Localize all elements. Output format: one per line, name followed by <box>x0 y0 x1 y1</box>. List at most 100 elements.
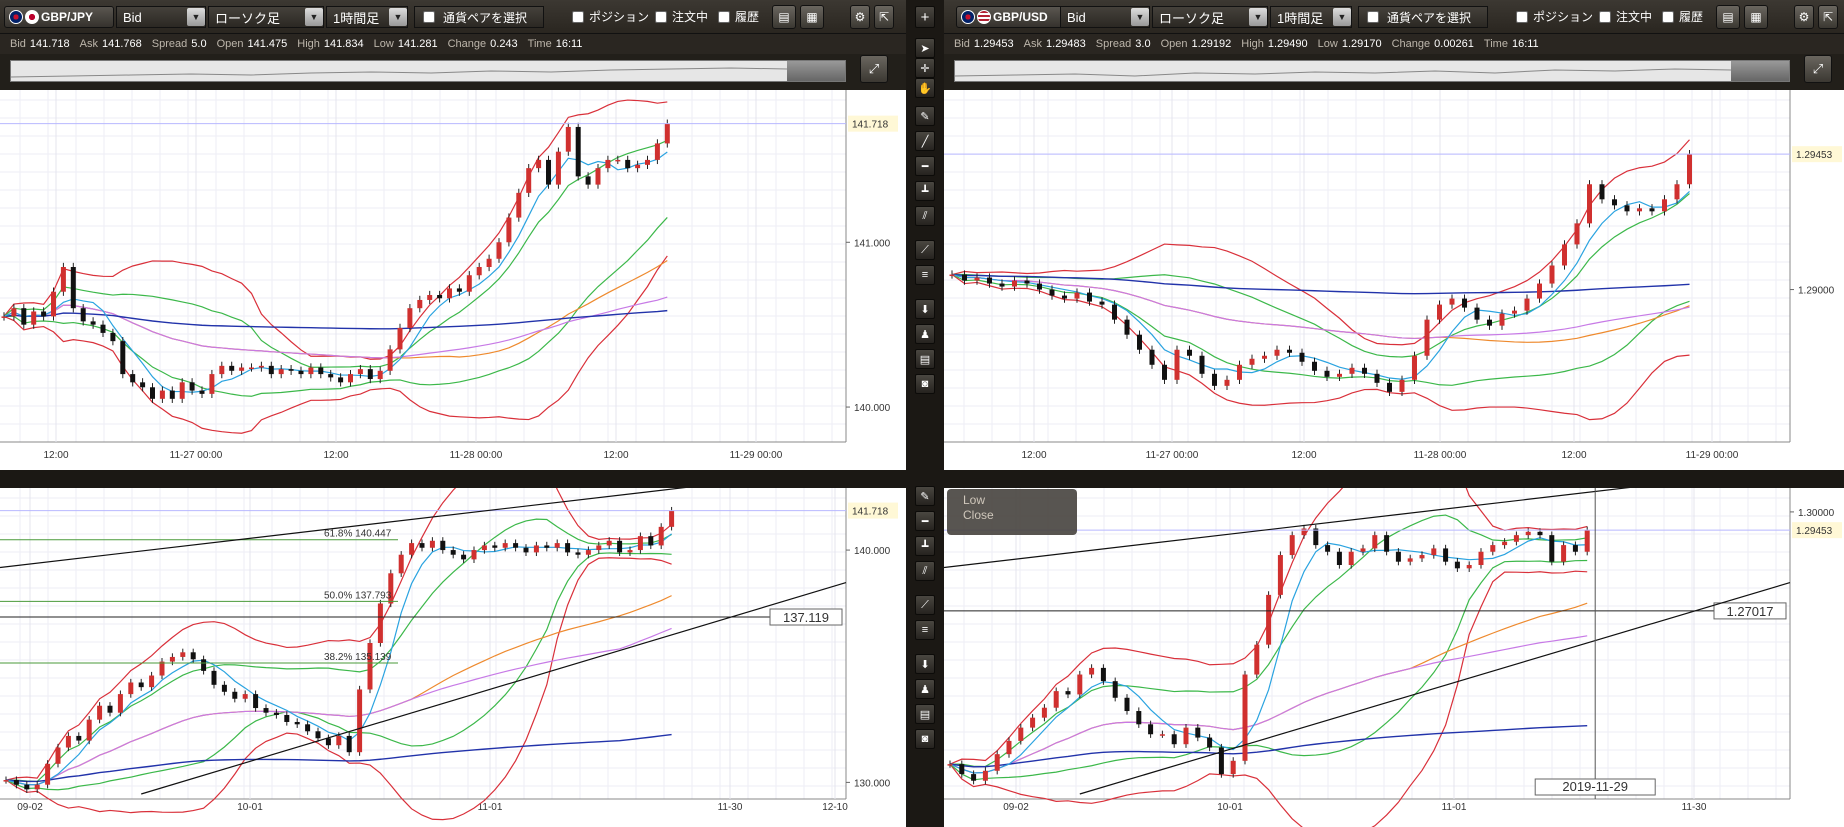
candle-body <box>1112 681 1118 698</box>
y-axis-area <box>846 488 906 827</box>
candle-body <box>596 545 602 551</box>
download-icon[interactable]: ⬇ <box>915 654 935 674</box>
candle-body <box>1431 548 1437 556</box>
download-icon[interactable]: ⬇ <box>915 299 935 319</box>
chart-plot-1[interactable]: 141.000 140.000 12:00 11-27 00:00 12:00 11-28… <box>0 90 906 470</box>
layout-button[interactable]: ▦ <box>800 5 824 29</box>
fibo-fan-icon[interactable]: ⟋ <box>915 595 935 615</box>
fibo-retracement-icon[interactable]: ≡ <box>915 620 935 640</box>
chart-window-button[interactable]: ▤ <box>772 5 796 29</box>
time-value: 16:11 <box>555 38 583 50</box>
chart-type-select[interactable]: ローソク足 ▼ <box>1152 6 1268 28</box>
candle-body <box>1159 734 1165 736</box>
candle-body <box>554 543 560 548</box>
chevron-down-icon: ▼ <box>1249 8 1267 26</box>
pair-select-toggle[interactable]: 通貨ペアを選択 <box>1358 6 1488 28</box>
position-toggle[interactable]: ポジション <box>1516 8 1593 25</box>
pair-select-toggle[interactable]: 通貨ペアを選択 <box>414 6 544 28</box>
chart-plot-2[interactable]: 1.29000 12:00 11-27 00:00 12:00 11-28 00:00 1… <box>944 90 1844 470</box>
alert-bell-icon[interactable]: ♟ <box>915 324 935 344</box>
candle-body <box>169 656 175 662</box>
settings-gear-icon[interactable]: ⚙ <box>850 5 870 29</box>
cursor-icon[interactable]: ➤ <box>915 38 935 58</box>
candle-body <box>1525 531 1531 536</box>
trendline-icon[interactable]: ╱ <box>915 131 935 151</box>
crosshair-icon[interactable]: ✛ <box>915 58 935 78</box>
candle-body <box>1443 548 1449 562</box>
navigator-strip-right[interactable] <box>954 60 1790 82</box>
vline-icon[interactable]: ┻ <box>915 536 935 556</box>
candlestick-chart-2[interactable]: 1.29000 12:00 11-27 00:00 12:00 11-28 00:00 1… <box>944 90 1844 470</box>
x-tick-label: 10-01 <box>1217 802 1243 813</box>
timeframe-select[interactable]: 1時間足 ▼ <box>1270 6 1352 28</box>
pencil-icon[interactable]: ✎ <box>915 486 935 506</box>
settings-gear-icon[interactable]: ⚙ <box>1794 5 1814 29</box>
pair-button-left[interactable]: GBP/JPY <box>4 6 114 28</box>
chart-type-select[interactable]: ローソク足 ▼ <box>208 6 324 28</box>
position-toggle[interactable]: ポジション <box>572 8 649 25</box>
hline-icon[interactable]: ━ <box>915 156 935 176</box>
orders-toggle[interactable]: 注文中 <box>655 8 708 25</box>
x-tick-label: 09-02 <box>17 802 43 813</box>
pair-button-right[interactable]: GBP/USD <box>956 6 1066 28</box>
layout-button[interactable]: ▦ <box>1744 5 1768 29</box>
price-type-select[interactable]: Bid ▼ <box>1060 6 1150 28</box>
navigator-strip-left[interactable] <box>10 60 846 82</box>
candle-body <box>994 754 1000 771</box>
pencil-icon[interactable]: ✎ <box>915 106 935 126</box>
add-chart-button[interactable]: + <box>915 6 935 28</box>
camera-icon[interactable]: ◙ <box>915 374 935 394</box>
list-icon[interactable]: ▤ <box>915 349 935 369</box>
chart-plot-3[interactable]: 140.000 130.000 09-02 10-01 11-01 11-30 12-10 1… <box>0 488 906 827</box>
chevron-down-icon: ▼ <box>187 8 205 26</box>
channel-icon[interactable]: ⫽ <box>915 561 935 581</box>
price-type-select[interactable]: Bid ▼ <box>116 6 206 28</box>
chart-window-button[interactable]: ▤ <box>1716 5 1740 29</box>
hand-icon[interactable]: ✋ <box>915 78 935 98</box>
change-value: 0.243 <box>490 38 518 50</box>
navigator-thumb[interactable] <box>1731 61 1789 81</box>
hline-icon[interactable]: ━ <box>915 511 935 531</box>
vline-icon[interactable]: ┻ <box>915 181 935 201</box>
toolbar-right: GBP/USD Bid ▼ ローソク足 ▼ 1時間足 ▼ 通貨ペアを選択 ポジション … <box>944 0 1844 34</box>
timeframe-select[interactable]: 1時間足 ▼ <box>326 6 408 28</box>
candle-body <box>1006 740 1012 755</box>
candle-body <box>24 784 30 790</box>
history-toggle[interactable]: 履歴 <box>1662 8 1703 25</box>
candle-body <box>377 370 383 380</box>
candle-body <box>648 536 654 546</box>
x-tick-label: 11-27 00:00 <box>170 450 223 461</box>
expand-icon[interactable]: ⇱ <box>1818 5 1838 29</box>
checkbox-icon <box>423 11 435 23</box>
fibo-retracement-icon[interactable]: ≡ <box>915 265 935 285</box>
orders-toggle[interactable]: 注文中 <box>1599 8 1652 25</box>
chart-plot-4[interactable]: 1.30000 09-02 10-01 11-01 11-30 1.29453 1.2701… <box>944 488 1844 827</box>
candle-body <box>1212 373 1217 386</box>
fibo-fan-icon[interactable]: ⟋ <box>915 240 935 260</box>
candle-body <box>1262 355 1267 359</box>
ask-label: Ask <box>1023 38 1043 50</box>
high-value: 141.834 <box>323 38 364 50</box>
candle-body <box>1049 289 1055 296</box>
price-type-value: Bid <box>123 9 142 25</box>
candle-body <box>565 543 571 553</box>
alert-bell-icon[interactable]: ♟ <box>915 679 935 699</box>
candle-body <box>128 682 134 695</box>
candlestick-chart-4[interactable]: 1.30000 09-02 10-01 11-01 11-30 1.29453 1.2701… <box>944 488 1844 827</box>
fit-chart-button[interactable]: ⤢ <box>860 55 888 83</box>
candle-body <box>1053 691 1059 708</box>
navigator-thumb[interactable] <box>787 61 845 81</box>
list-icon[interactable]: ▤ <box>915 704 935 724</box>
channel-icon[interactable]: ⫽ <box>915 206 935 226</box>
expand-icon[interactable]: ⇱ <box>874 5 894 29</box>
history-toggle[interactable]: 履歴 <box>718 8 759 25</box>
fit-chart-button[interactable]: ⤢ <box>1804 55 1832 83</box>
candle-body <box>1499 313 1505 326</box>
y-tick-label: 1.29000 <box>1798 286 1835 297</box>
candle-body <box>1030 717 1036 728</box>
candle-body <box>346 735 352 753</box>
chevron-down-icon: ▼ <box>1333 8 1351 26</box>
candlestick-chart-1[interactable]: 141.000 140.000 12:00 11-27 00:00 12:00 11-28… <box>0 90 906 470</box>
camera-icon[interactable]: ◙ <box>915 729 935 749</box>
candlestick-chart-3[interactable]: 140.000 130.000 09-02 10-01 11-01 11-30 12-10 1… <box>0 488 906 827</box>
